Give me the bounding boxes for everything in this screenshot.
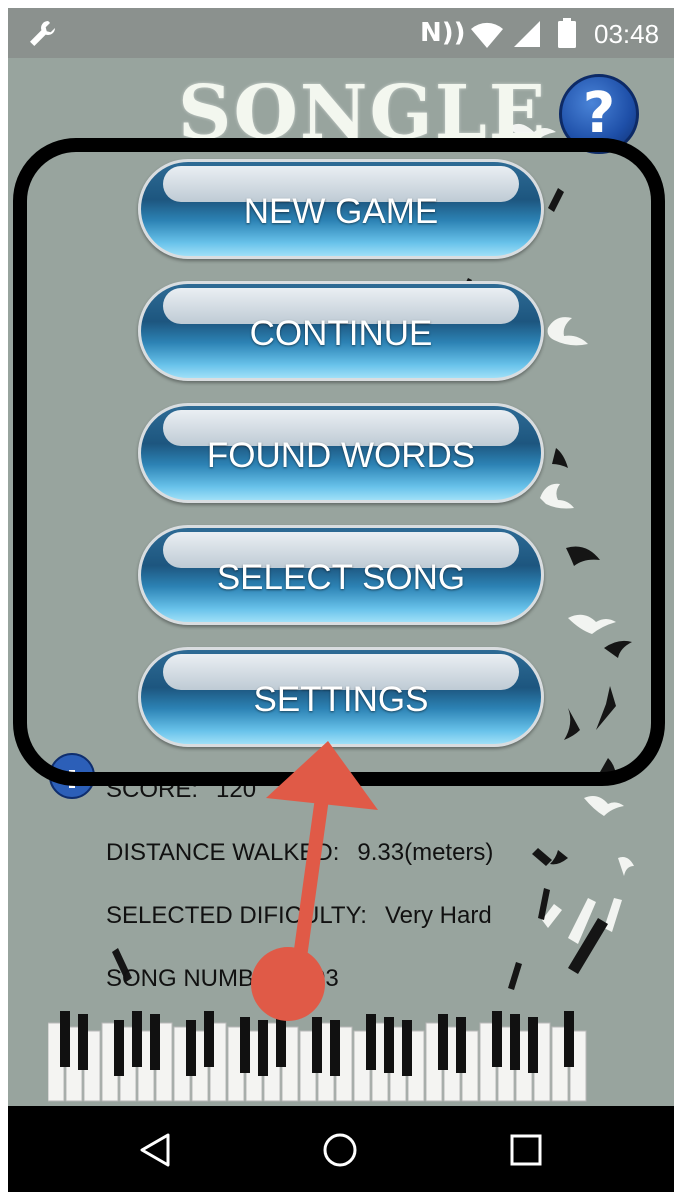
- phone-screen: N)) 03:48 SONGLE ? NEW GAME CONTINUE FOU…: [8, 8, 674, 1192]
- annotation-overlay: [13, 138, 665, 1021]
- highlight-box: [13, 138, 665, 786]
